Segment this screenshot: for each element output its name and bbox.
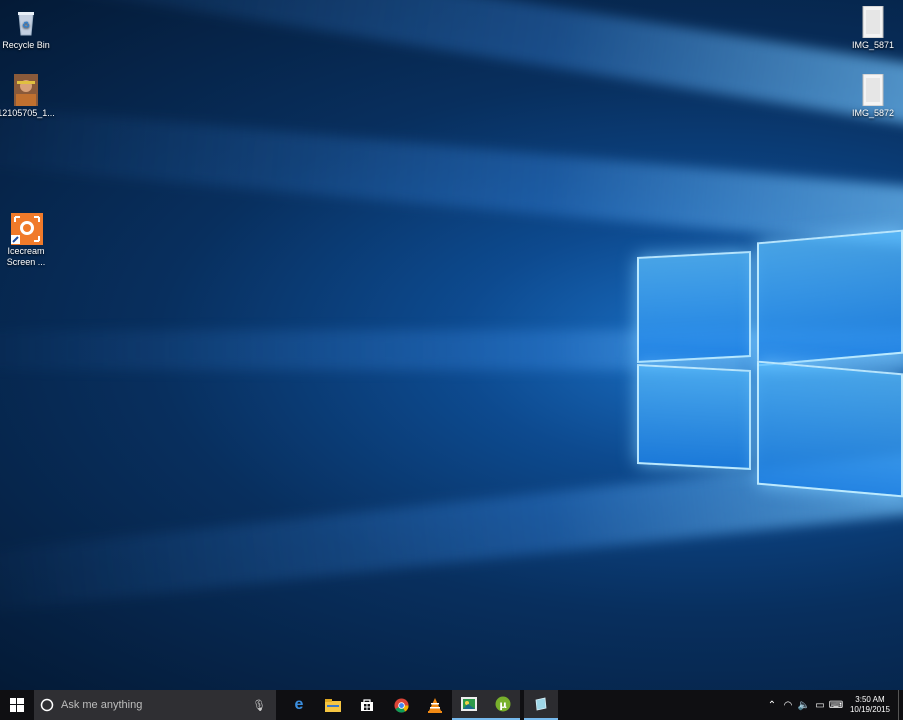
volume-icon[interactable]: 🔈 [796, 700, 812, 711]
edge-button[interactable]: e [282, 690, 316, 720]
cortana-search-box[interactable]: Ask me anything 🎙 [34, 690, 276, 720]
windows-logo-icon [10, 698, 24, 712]
light-beam [0, 0, 903, 130]
desktop-icon-photo[interactable]: 12105705_1... [0, 74, 56, 119]
notes-button[interactable] [524, 690, 558, 720]
chrome-icon [393, 697, 409, 713]
desktop-icon-recycle-bin[interactable]: ♻ Recycle Bin [0, 6, 56, 51]
edge-icon: e [294, 696, 304, 713]
microphone-icon[interactable]: 🎙 [252, 699, 266, 712]
desktop-icon-img-5871[interactable]: IMG_5871 [843, 5, 903, 51]
show-desktop-button[interactable] [898, 690, 903, 720]
store-button[interactable] [350, 690, 384, 720]
clock-time: 3:50 AM [855, 695, 885, 704]
vlc-button[interactable] [418, 690, 452, 720]
desktop-icon-label: Icecream Screen ... [6, 246, 46, 267]
vlc-icon [428, 697, 442, 713]
file-explorer-icon [325, 698, 341, 712]
photos-icon [461, 697, 477, 711]
search-placeholder: Ask me anything [61, 699, 143, 711]
system-tray: ⌃ ◠ 🔈 ▭ ⌨ 3:50 AM 10/19/2015 [764, 690, 903, 720]
network-icon[interactable]: ◠ [780, 700, 796, 711]
chrome-button[interactable] [384, 690, 418, 720]
desktop-icon-img-5872[interactable]: IMG_5872 [843, 73, 903, 119]
photo-thumbnail-icon [10, 74, 42, 106]
cortana-icon [40, 698, 54, 712]
clock-date: 10/19/2015 [849, 705, 890, 714]
desktop-background: ♻ Recycle Bin 12105705_1... Icecream Scr… [0, 0, 903, 690]
notes-icon [535, 697, 547, 711]
start-button[interactable] [0, 690, 34, 720]
logo-pane-top-left [637, 251, 751, 363]
utorrent-icon: µ [495, 696, 511, 712]
logo-pane-top-right [757, 229, 903, 367]
logo-pane-bottom-right [757, 360, 903, 498]
icecream-screen-recorder-icon [10, 212, 43, 245]
logo-pane-bottom-left [637, 364, 751, 470]
desktop-icon-icecream[interactable]: Icecream Screen ... [0, 212, 56, 268]
image-file-icon [857, 73, 889, 107]
clock[interactable]: 3:50 AM 10/19/2015 [844, 695, 896, 715]
keyboard-icon[interactable]: ⌨ [828, 700, 844, 711]
action-center-icon[interactable]: ▭ [812, 700, 828, 711]
image-file-icon [857, 5, 889, 39]
svg-text:♻: ♻ [22, 20, 30, 30]
store-icon [361, 699, 373, 711]
desktop-icon-label: IMG_5871 [851, 40, 895, 50]
svg-text:µ: µ [499, 700, 507, 711]
desktop-icon-label: 12105705_1... [0, 108, 55, 118]
file-explorer-button[interactable] [316, 690, 350, 720]
desktop-icon-label: IMG_5872 [851, 108, 895, 118]
desktop-icon-label: Recycle Bin [2, 40, 50, 50]
taskbar: Ask me anything 🎙 e µ ⌃ ◠ 🔈 ▭ ⌨ 3:50 AM … [0, 690, 903, 720]
photos-button[interactable] [452, 690, 486, 720]
recycle-bin-icon: ♻ [10, 6, 42, 38]
show-hidden-icons-chevron-icon[interactable]: ⌃ [764, 700, 780, 711]
utorrent-button[interactable]: µ [486, 690, 520, 720]
light-beam [0, 102, 903, 250]
